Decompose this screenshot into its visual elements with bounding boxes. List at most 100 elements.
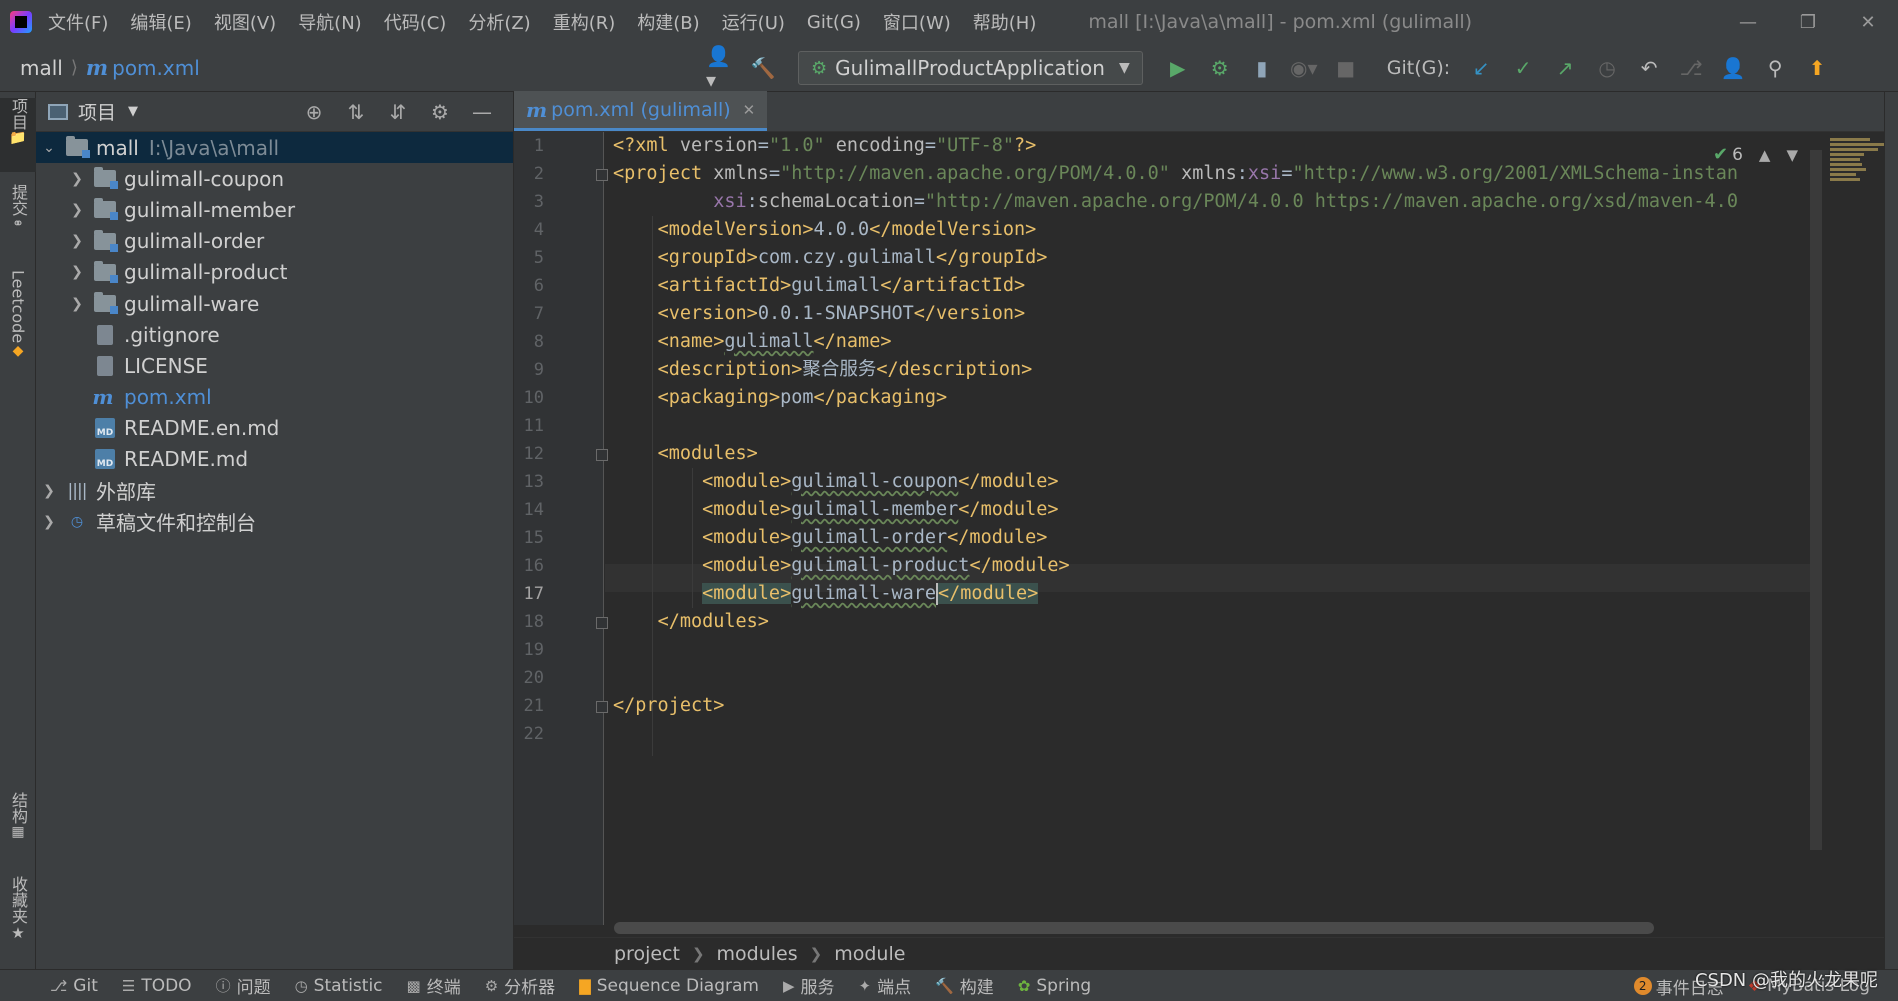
tree-item-scratches[interactable]: ❯ ◷ 草稿文件和控制台 — [36, 506, 513, 537]
menu-view[interactable]: 视图(V) — [214, 9, 276, 35]
coverage-icon[interactable]: ▮ — [1247, 53, 1277, 83]
build-hammer-icon[interactable]: 🔨 — [748, 53, 778, 83]
menu-build[interactable]: 构建(B) — [637, 9, 699, 35]
rollback-icon[interactable]: ↶ — [1634, 53, 1664, 83]
minimize-icon[interactable]: — — [1718, 12, 1778, 33]
tree-item-gulimall-coupon[interactable]: ❯ gulimall-coupon — [36, 163, 513, 194]
restore-icon[interactable]: ❐ — [1778, 12, 1838, 33]
tree-item-readme-en[interactable]: MD README.en.md — [36, 413, 513, 444]
tree-item-external-libraries[interactable]: ❯ |||​| 外部库 — [36, 475, 513, 506]
menu-file[interactable]: 文件(F) — [48, 9, 108, 35]
tree-item-gulimall-order[interactable]: ❯ gulimall-order — [36, 226, 513, 257]
breadcrumb-module[interactable]: module — [834, 943, 905, 965]
horizontal-scrollbar[interactable] — [614, 922, 1654, 934]
tool-statistic[interactable]: ◷ Statistic — [295, 976, 383, 996]
tool-spring[interactable]: ✿ Spring — [1018, 976, 1091, 996]
run-icon[interactable]: ▶ — [1163, 53, 1193, 83]
chevron-right-icon[interactable]: ❯ — [66, 264, 88, 280]
close-tab-icon[interactable]: ✕ — [743, 101, 756, 119]
nav-file[interactable]: pom.xml — [112, 56, 200, 80]
update-available-icon[interactable]: ⬆ — [1802, 53, 1832, 83]
tool-sequence-diagram[interactable]: ▇ Sequence Diagram — [579, 976, 759, 996]
vertical-scrollbar[interactable] — [1810, 150, 1822, 850]
git-update-icon[interactable]: ↙ — [1466, 53, 1496, 83]
chevron-right-icon[interactable]: ❯ — [38, 483, 60, 499]
tree-item-gulimall-ware[interactable]: ❯ gulimall-ware — [36, 288, 513, 319]
git-commit-icon[interactable]: ✓ — [1508, 53, 1538, 83]
favorites-tool-tab[interactable]: 收藏夹 ★ — [0, 876, 36, 960]
chevron-right-icon[interactable]: ❯ — [66, 233, 88, 249]
debug-icon[interactable]: ⚙ — [1205, 53, 1235, 83]
nav-project[interactable]: mall — [20, 56, 63, 80]
menu-navigate[interactable]: 导航(N) — [298, 9, 362, 35]
tool-build[interactable]: 🔨 构建 — [935, 973, 994, 999]
previous-highlight-icon[interactable]: ▲ — [1759, 146, 1771, 164]
stop-icon[interactable]: ■ — [1331, 53, 1361, 83]
hide-panel-icon[interactable]: — — [461, 100, 503, 124]
tree-item-gitignore[interactable]: .gitignore — [36, 319, 513, 350]
tool-endpoints[interactable]: ✦ 端点 — [859, 973, 912, 999]
chevron-right-icon[interactable]: ❯ — [66, 171, 88, 187]
git-push-icon[interactable]: ↗ — [1550, 53, 1580, 83]
project-view-selector[interactable]: 项目 ▼ — [48, 98, 138, 125]
tab-pom-xml[interactable]: m pom.xml (gulimall) ✕ — [514, 91, 768, 131]
chevron-right-icon[interactable]: ❯ — [38, 514, 60, 530]
fold-marker-icon[interactable] — [596, 701, 608, 713]
profiler-icon: ⚙ — [484, 976, 499, 995]
tree-root-mall[interactable]: ⌄ mall I:\Java\a\mall — [36, 132, 513, 164]
tree-item-label: 草稿文件和控制台 — [96, 511, 256, 536]
chevron-down-icon[interactable]: ⌄ — [38, 140, 60, 156]
tool-git[interactable]: ⎇ Git — [50, 976, 98, 996]
chevron-right-icon[interactable]: ❯ — [66, 202, 88, 218]
menu-run[interactable]: 运行(U) — [722, 9, 785, 35]
tool-todo[interactable]: ☰ TODO — [122, 976, 192, 996]
structure-tool-tab[interactable]: 结构 ▦ — [0, 792, 36, 854]
bottom-tool-bar: ⎇ Git ☰ TODO ⓘ 问题 ◷ Statistic ▩ 终端 ⚙ 分析器 ▇ Sequ… — [0, 969, 1898, 1001]
tool-terminal[interactable]: ▩ 终端 — [407, 973, 461, 999]
menu-refactor[interactable]: 重构(R) — [553, 9, 616, 35]
menu-help[interactable]: 帮助(H) — [973, 9, 1037, 35]
account-icon[interactable]: 👤 — [1718, 53, 1748, 83]
close-window-icon[interactable]: ✕ — [1838, 12, 1898, 33]
tree-item-gulimall-member[interactable]: ❯ gulimall-member — [36, 194, 513, 225]
breadcrumb-modules[interactable]: modules — [717, 943, 798, 965]
leetcode-tool-tab[interactable]: Leetcode ◆ — [0, 270, 36, 370]
branch-icon[interactable]: ⎇ — [1676, 53, 1706, 83]
history-icon[interactable]: ◷ — [1592, 53, 1622, 83]
inspection-widget[interactable]: ✔ 6 ▲ ▼ — [1713, 144, 1798, 165]
module-folder-icon — [94, 260, 118, 283]
code-area[interactable]: <?xml version="1.0" encoding="UTF-8"?> <… — [514, 132, 1814, 925]
commit-tool-tab[interactable]: 提交 ⚭ — [0, 184, 36, 254]
tree-item-gulimall-product[interactable]: ❯ gulimall-product — [36, 257, 513, 288]
menu-window[interactable]: 窗口(W) — [883, 9, 951, 35]
markdown-file-icon: MD — [94, 449, 116, 470]
menu-code[interactable]: 代码(C) — [384, 9, 447, 35]
tool-problems[interactable]: ⓘ 问题 — [216, 973, 271, 998]
search-icon[interactable]: ⚲ — [1760, 53, 1790, 83]
menu-git[interactable]: Git(G) — [807, 12, 861, 33]
gear-icon[interactable]: ⚙ — [419, 100, 461, 124]
collapse-all-icon[interactable]: ⇵ — [377, 100, 419, 124]
locate-file-icon[interactable]: ⊕ — [293, 100, 335, 124]
menu-edit[interactable]: 编辑(E) — [130, 9, 191, 35]
tree-item-readme[interactable]: MD README.md — [36, 444, 513, 475]
breadcrumb-project[interactable]: project — [614, 943, 680, 965]
add-user-icon[interactable]: 👤▾ — [706, 44, 736, 92]
expand-all-icon[interactable]: ⇅ — [335, 100, 377, 124]
code-line-15: <module>gulimall-order</module> — [702, 527, 1048, 548]
project-tool-tab[interactable]: 项目 📁 — [0, 98, 36, 172]
profile-icon[interactable]: ◉▾ — [1289, 53, 1319, 83]
fold-marker-icon[interactable] — [596, 449, 608, 461]
run-configuration-select[interactable]: ⚙ GulimallProductApplication ▼ — [798, 51, 1143, 85]
tree-item-pom-xml[interactable]: m pom.xml — [36, 382, 513, 413]
menu-analyze[interactable]: 分析(Z) — [468, 9, 530, 35]
tree-item-license[interactable]: LICENSE — [36, 350, 513, 381]
tool-services[interactable]: ▶ 服务 — [783, 973, 835, 999]
fold-marker-icon[interactable] — [596, 617, 608, 629]
code-minimap[interactable] — [1830, 136, 1884, 202]
fold-marker-icon[interactable] — [596, 169, 608, 181]
next-highlight-icon[interactable]: ▼ — [1786, 146, 1798, 164]
tool-profiler[interactable]: ⚙ 分析器 — [484, 973, 555, 999]
chevron-right-icon[interactable]: ❯ — [66, 296, 88, 312]
statistic-icon: ◷ — [294, 976, 308, 995]
